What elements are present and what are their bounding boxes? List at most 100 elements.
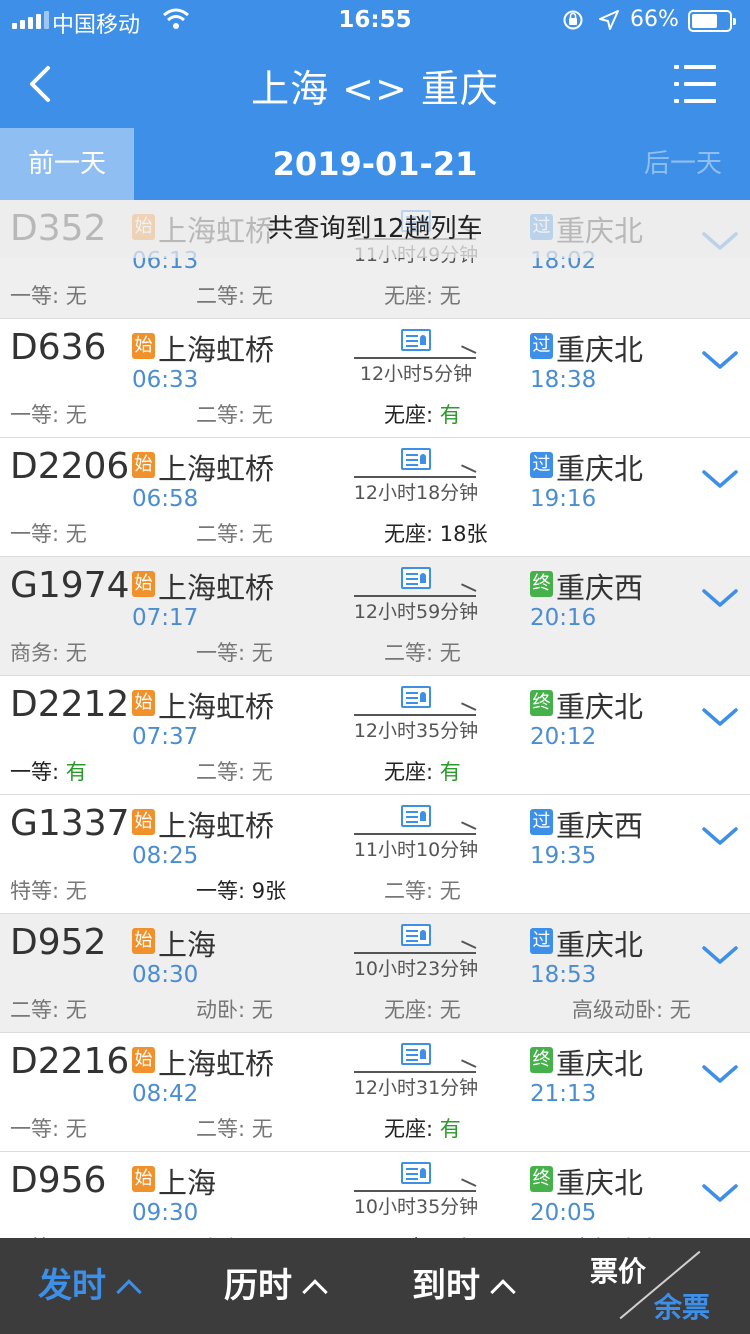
seat-availability: 二等: 无 (384, 875, 461, 905)
battery-icon (688, 10, 736, 32)
seat-class-label: 一等: (196, 641, 246, 665)
seat-count: 无 (65, 641, 87, 665)
seat-count: 无 (439, 998, 461, 1022)
seat-class-label: 商务: (10, 641, 60, 665)
seat-class-label: 二等: (196, 1117, 246, 1141)
seat-count: 无 (251, 403, 273, 427)
seat-class-label: 一等: (10, 403, 60, 427)
sort-duration-label: 历时 (224, 1266, 292, 1306)
seat-count: 9张 (251, 879, 287, 903)
seat-class-label: 一等: (10, 522, 60, 546)
travel-duration: 12小时5分钟 (359, 363, 473, 385)
seat-class-label: 一等: (10, 1117, 60, 1141)
travel-duration: 10小时35分钟 (353, 1196, 479, 1218)
chevron-down-icon[interactable] (700, 1178, 740, 1208)
seat-count: 无 (251, 1117, 273, 1141)
list-menu-icon[interactable] (670, 62, 720, 106)
seat-availability: 一等: 无 (196, 637, 273, 667)
travel-duration: 12小时31分钟 (353, 1077, 479, 1099)
arrival-time: 19:16 (530, 486, 597, 512)
train-number: D2216 (10, 1041, 130, 1082)
train-number: G1337 (10, 803, 130, 844)
seat-count: 无 (251, 284, 273, 308)
arrival-time: 20:16 (530, 605, 597, 631)
seat-class-label: 二等: (196, 284, 246, 308)
seat-class-label: 二等: (384, 641, 434, 665)
train-row[interactable]: D2212 始上海虹桥 07:37 12小时35分钟 终重庆北 20:12 一等: 有 二等:… (0, 676, 750, 795)
start-station-badge: 始 (132, 571, 155, 597)
status-bar: 中国移动 16:55 66% (0, 0, 750, 40)
departure-station: 上海虹桥 (158, 1047, 275, 1081)
chevron-down-icon[interactable] (700, 940, 740, 970)
seat-availability: 一等: 无 (10, 518, 87, 548)
chevron-down-icon[interactable] (700, 821, 740, 851)
seat-class-label: 二等: (196, 760, 246, 784)
departure-station: 上海虹桥 (158, 571, 275, 605)
sort-depart-label: 发时 (38, 1266, 106, 1306)
train-number: D952 (10, 922, 107, 963)
seat-count: 无 (65, 403, 87, 427)
arrival-station: 重庆北 (556, 1166, 644, 1200)
seat-class-label: 无座: (384, 760, 434, 784)
seat-availability: 无座: 有 (384, 1113, 461, 1143)
sort-price-remaining-button[interactable]: 票价 余票 (588, 1238, 750, 1334)
next-day-button[interactable]: 后一天 (616, 128, 750, 200)
departure-time: 08:25 (132, 843, 199, 869)
rotation-lock-icon (563, 10, 583, 30)
train-number: D636 (10, 327, 107, 368)
seat-availability: 一等: 有 (10, 756, 87, 786)
departure-time: 09:30 (132, 1200, 199, 1226)
seat-availability: 二等: 无 (10, 994, 87, 1024)
train-number: D2212 (10, 684, 130, 725)
arrival-station-badge: 过 (530, 452, 553, 478)
arrival-station-badge: 过 (530, 809, 553, 835)
chevron-down-icon[interactable] (700, 464, 740, 494)
train-number: D956 (10, 1160, 107, 1201)
departure-time: 08:42 (132, 1081, 199, 1107)
seat-class-label: 无座: (384, 403, 434, 427)
seat-availability: 一等: 无 (10, 280, 87, 310)
train-number: G1974 (10, 565, 130, 606)
seat-class-label: 高级动卧: (572, 998, 664, 1022)
seat-availability: 无座: 18张 (384, 518, 488, 548)
arrival-station: 重庆西 (556, 571, 644, 605)
chevron-down-icon[interactable] (700, 702, 740, 732)
train-row[interactable]: G1337 始上海虹桥 08:25 11小时10分钟 过重庆西 19:35 特等: 无 一等:… (0, 795, 750, 914)
seat-class-label: 二等: (10, 998, 60, 1022)
seat-availability: 一等: 无 (10, 1113, 87, 1143)
arrival-time: 21:13 (530, 1081, 597, 1107)
train-row[interactable]: D636 始上海虹桥 06:33 12小时5分钟过重庆北 18:38 一等: 无二等: 无… (0, 319, 750, 438)
seat-availability: 无座: 有 (384, 756, 461, 786)
departure-time: 07:17 (132, 605, 199, 631)
departure-station: 上海 (158, 1166, 217, 1200)
train-row[interactable]: G1974 始上海虹桥 07:17 12小时59分钟终重庆西 20:16 商务: 无一等:… (0, 557, 750, 676)
chevron-down-icon[interactable] (700, 345, 740, 375)
travel-duration: 11小时10分钟 (353, 839, 479, 861)
seat-availability: 二等: 无 (196, 756, 273, 786)
seat-class-label: 一等: (10, 284, 60, 308)
sort-price-label: 票价 (590, 1255, 647, 1288)
train-row[interactable]: D2206 始上海虹桥 06:58 12小时18分钟过重庆北 19:16 一等: 无二等:… (0, 438, 750, 557)
train-number: D2206 (10, 446, 130, 487)
seat-count: 有 (439, 1117, 461, 1141)
arrival-time: 19:35 (530, 843, 597, 869)
sort-arrive-button[interactable]: 到时 (412, 1238, 516, 1334)
departure-station: 上海虹桥 (158, 452, 275, 486)
seat-availability: 二等: 无 (196, 280, 273, 310)
departure-station: 上海虹桥 (158, 809, 275, 843)
sort-duration-button[interactable]: 历时 (224, 1238, 328, 1334)
arrival-station: 重庆北 (556, 928, 644, 962)
seat-class-label: 特等: (10, 879, 60, 903)
train-row[interactable]: D952 始上海 08:30 10小时23分钟过重庆北 18:53 二等: 无动卧: 无无… (0, 914, 750, 1033)
seat-count: 无 (439, 284, 461, 308)
start-station-badge: 始 (132, 1047, 155, 1073)
chevron-down-icon[interactable] (700, 1059, 740, 1089)
train-row[interactable]: D2216 始上海虹桥 08:42 12小时31分钟终重庆北 21:13 一等: 无二等:… (0, 1033, 750, 1152)
seat-availability: 高级动卧: 无 (572, 994, 691, 1024)
start-station-badge: 始 (132, 333, 155, 359)
sort-bar: 发时 历时 到时 票价 余票 (0, 1238, 750, 1334)
chevron-down-icon[interactable] (700, 583, 740, 613)
arrival-station-badge: 过 (530, 928, 553, 954)
sort-depart-button[interactable]: 发时 (38, 1238, 142, 1334)
battery-percent: 66% (630, 7, 679, 32)
